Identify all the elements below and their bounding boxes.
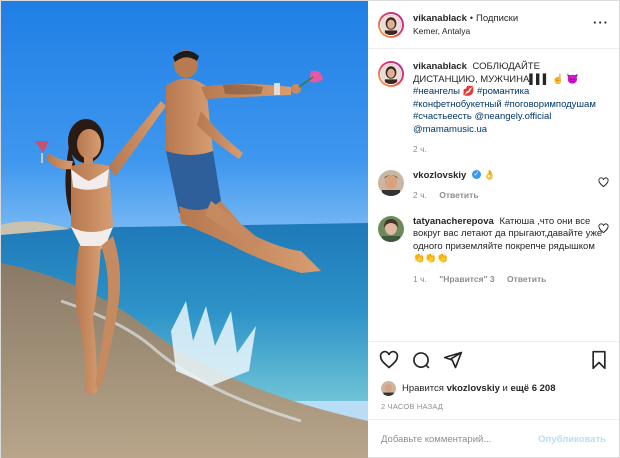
add-comment-bar: Опубликовать — [368, 419, 619, 458]
comment-username[interactable]: tatyanacherepova — [413, 216, 494, 227]
instagram-post: vikanablack • Подписки Kemer, Antalya ··· — [0, 0, 620, 458]
commenter-avatar[interactable] — [378, 169, 404, 196]
post-photo[interactable] — [1, 1, 368, 458]
author-username[interactable]: vikanablack — [413, 13, 467, 24]
comment-time[interactable]: 2 ч. — [413, 190, 427, 200]
post-timestamp[interactable]: 2 ЧАСОВ НАЗАД — [368, 399, 619, 419]
caption-avatar-image — [381, 64, 401, 84]
likes-count[interactable]: ещё 6 208 — [511, 383, 556, 394]
action-bar — [368, 341, 619, 377]
caption-hashtags[interactable]: #неангелы 💋 #романтика #конфетнобукетный… — [413, 86, 596, 135]
commenter-avatar[interactable] — [378, 215, 404, 242]
separator-dot: • — [469, 13, 474, 23]
reply-button[interactable]: Ответить — [439, 190, 478, 200]
comment-likes-count[interactable]: "Нравится" 3 — [439, 274, 494, 284]
share-icon[interactable] — [443, 350, 463, 370]
caption-username[interactable]: vikanablack — [413, 61, 467, 72]
heart-icon[interactable] — [379, 350, 399, 370]
likes-prefix: Нравится — [402, 382, 444, 394]
liker-avatar[interactable] — [381, 380, 396, 396]
author-avatar[interactable] — [378, 11, 404, 38]
post-side-panel: vikanablack • Подписки Kemer, Antalya ··· — [368, 1, 619, 458]
comment-like-heart-icon[interactable] — [598, 176, 609, 188]
likes-summary: Нравится vkozlovskiy и ещё 6 208 — [368, 377, 619, 399]
bookmark-icon[interactable] — [589, 350, 609, 370]
comment-text: 👌 — [483, 169, 496, 181]
comment-time[interactable]: 1 ч. — [413, 274, 427, 284]
verified-badge-icon: ✓ — [471, 170, 481, 180]
comment-item: vkozlovskiy ✓ 👌 2 ч. Ответить — [378, 169, 609, 202]
post-comment-button[interactable]: Опубликовать — [538, 434, 606, 445]
comment-item: tatyanacherepova Катюша ,что они все вок… — [378, 215, 609, 286]
comment-like-heart-icon[interactable] — [598, 222, 609, 234]
reply-button[interactable]: Ответить — [507, 274, 546, 284]
commenter-avatar-image — [378, 169, 404, 196]
likes-conjunction: и — [502, 382, 508, 394]
caption-avatar[interactable] — [378, 61, 404, 87]
liker-avatar-image — [381, 380, 396, 396]
follow-button[interactable]: Подписки — [476, 13, 518, 24]
caption: vikanablack СОБЛЮДАЙТЕ ДИСТАНЦИЮ, МУЖЧИН… — [378, 61, 609, 156]
post-header: vikanablack • Подписки Kemer, Antalya ··· — [368, 1, 619, 49]
caption-time[interactable]: 2 ч. — [413, 144, 427, 154]
comments-list: vikanablack СОБЛЮДАЙТЕ ДИСТАНЦИЮ, МУЖЧИН… — [368, 49, 619, 341]
beach-photo-illustration — [1, 50, 368, 458]
comment-icon[interactable] — [411, 350, 431, 370]
author-avatar-image — [381, 14, 401, 35]
more-horizontal-icon[interactable]: ··· — [593, 16, 609, 29]
post-location[interactable]: Kemer, Antalya — [413, 25, 518, 37]
comment-input[interactable] — [381, 434, 539, 445]
commenter-avatar-image — [378, 215, 404, 242]
comment-username[interactable]: vkozlovskiy — [413, 170, 466, 181]
liker-username[interactable]: vkozlovskiy — [447, 383, 500, 394]
